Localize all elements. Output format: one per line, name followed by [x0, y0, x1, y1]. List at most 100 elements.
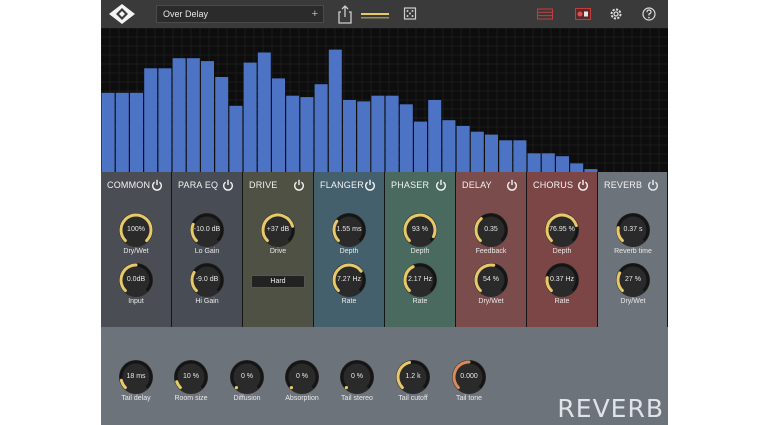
- spectrum-bar: [300, 97, 314, 172]
- spectrum-bar: [470, 131, 484, 172]
- knob-dry-wet[interactable]: 54 %: [471, 260, 511, 300]
- meter-icon[interactable]: [361, 4, 389, 24]
- knob-value: -10.0 dB: [193, 226, 221, 233]
- knob-depth[interactable]: 93 %: [400, 210, 440, 250]
- knob-diffusion[interactable]: 0 %: [227, 357, 267, 397]
- reverb-detail-panel: 18 ms Tail delay 10 % Room size 0 % Diffusion…: [101, 327, 668, 425]
- knob-input[interactable]: 0.0dB: [116, 260, 156, 300]
- spectrum-bar: [343, 100, 356, 172]
- spectrum-bar: [257, 52, 271, 172]
- power-icon[interactable]: [222, 179, 234, 191]
- knob-tail-tone[interactable]: 0.000: [449, 357, 489, 397]
- knob-label: Depth: [552, 248, 572, 255]
- spectrum-bar: [499, 140, 513, 172]
- knob-rate[interactable]: 0.37 Hz: [542, 260, 582, 300]
- reverb-banner-label: REVERB: [557, 394, 664, 423]
- knob-feedback[interactable]: 0.35: [471, 210, 511, 250]
- add-preset-button[interactable]: +: [312, 6, 318, 22]
- spectrum-bar: [130, 92, 143, 172]
- app-window: Over Delay + COMMON 100% Dry/Wet 0.0dB I…: [101, 0, 668, 425]
- knob-label: Rate: [412, 298, 428, 305]
- knob-depth[interactable]: 76.95 %: [542, 210, 582, 250]
- knob-value: 27 %: [625, 276, 641, 283]
- knob-depth[interactable]: 1.55 ms: [329, 210, 369, 250]
- knob-value: 76.95 %: [549, 226, 575, 233]
- spectrum-bar: [456, 125, 470, 172]
- spectrum-bar: [399, 104, 413, 172]
- share-icon[interactable]: [338, 4, 352, 24]
- module-title: COMMON: [107, 180, 151, 190]
- reverb-param-label: Tail tone: [455, 395, 483, 402]
- knob-tail-cutoff[interactable]: 1.2 k: [393, 357, 433, 397]
- module-title: PARA EQ: [178, 180, 219, 190]
- knob-rate[interactable]: 2.17 Hz: [400, 260, 440, 300]
- power-icon[interactable]: [364, 179, 376, 191]
- spectrum-bar: [286, 95, 300, 172]
- spectrum-bar: [229, 105, 243, 172]
- knob-label: Rate: [341, 298, 357, 305]
- record-icon[interactable]: [575, 4, 591, 24]
- knob-value: 10 %: [183, 373, 199, 380]
- knob-value: 54 %: [483, 276, 499, 283]
- knob-value: 0 %: [295, 373, 309, 380]
- spectrum-bar: [314, 84, 328, 172]
- power-icon[interactable]: [577, 179, 589, 191]
- module-flanger: FLANGER 1.55 ms Depth 7.27 Hz Rate: [314, 172, 385, 327]
- knob-dry-wet[interactable]: 100%: [116, 210, 156, 250]
- module-paraeq: PARA EQ -10.0 dB Lo Gain -9.0 dB Hi Gain: [172, 172, 243, 327]
- knob-lo-gain[interactable]: -10.0 dB: [187, 210, 227, 250]
- knob-drive[interactable]: +37 dB: [258, 210, 298, 250]
- spectrum-bar: [442, 120, 456, 172]
- app-logo-icon[interactable]: [109, 4, 135, 24]
- module-title: FLANGER: [320, 180, 364, 190]
- power-icon[interactable]: [647, 179, 659, 191]
- module-drive: DRIVE +37 dB Drive Hard: [243, 172, 314, 327]
- knob-label: Rate: [554, 298, 570, 305]
- module-phaser: PHASER 93 % Depth 2.17 Hz Rate: [385, 172, 456, 327]
- knob-value: +37 dB: [266, 226, 290, 233]
- knob-value: 0 %: [240, 373, 254, 380]
- knob-hi-gain[interactable]: -9.0 dB: [187, 260, 227, 300]
- knob-label: Lo Gain: [194, 248, 220, 255]
- module-title: CHORUS: [533, 180, 574, 190]
- knob-label: Depth: [339, 248, 359, 255]
- knob-absorption[interactable]: 0 %: [282, 357, 322, 397]
- drive-mode-selector[interactable]: Hard: [251, 275, 305, 288]
- spectrum-bar: [556, 156, 569, 172]
- spectrum-bar: [385, 95, 399, 172]
- power-icon[interactable]: [506, 179, 518, 191]
- knob-tail-delay[interactable]: 18 ms: [116, 357, 156, 397]
- spectrum-bar: [513, 140, 527, 172]
- settings-gear-icon[interactable]: [609, 4, 623, 24]
- knob-label: Reverb time: [614, 248, 652, 255]
- spectrum-bar: [158, 68, 172, 172]
- spectrum-bar: [101, 92, 115, 172]
- knob-label: Dry/Wet: [620, 298, 646, 305]
- power-icon[interactable]: [293, 179, 305, 191]
- knob-label: Dry/Wet: [123, 248, 149, 255]
- power-icon[interactable]: [435, 179, 447, 191]
- knob-room-size[interactable]: 10 %: [171, 357, 211, 397]
- spectrum-bar: [328, 49, 342, 172]
- help-icon[interactable]: [642, 4, 656, 24]
- knob-value: 100%: [127, 226, 145, 233]
- module-chorus: CHORUS 76.95 % Depth 0.37 Hz Rate: [527, 172, 598, 327]
- spectrum-bar: [172, 58, 186, 172]
- keyboard-icon[interactable]: [537, 4, 553, 24]
- knob-dry-wet[interactable]: 27 %: [613, 260, 653, 300]
- knob-value: 0.0dB: [126, 276, 146, 283]
- knob-tail-stereo[interactable]: 0 %: [337, 357, 377, 397]
- module-title: DRIVE: [249, 180, 278, 190]
- spectrum-bar: [115, 92, 129, 172]
- knob-label: Drive: [269, 248, 287, 255]
- knob-rate[interactable]: 7.27 Hz: [329, 260, 369, 300]
- top-toolbar: Over Delay +: [101, 0, 668, 28]
- spectrum-bar: [201, 61, 214, 172]
- spectrum-bar: [527, 153, 541, 172]
- power-icon[interactable]: [151, 179, 163, 191]
- spectrum-bar: [541, 153, 555, 172]
- knob-reverb-time[interactable]: 0.37 s: [613, 210, 653, 250]
- knob-label: Depth: [410, 248, 430, 255]
- random-dice-icon[interactable]: [403, 4, 417, 24]
- preset-selector[interactable]: Over Delay +: [156, 5, 324, 23]
